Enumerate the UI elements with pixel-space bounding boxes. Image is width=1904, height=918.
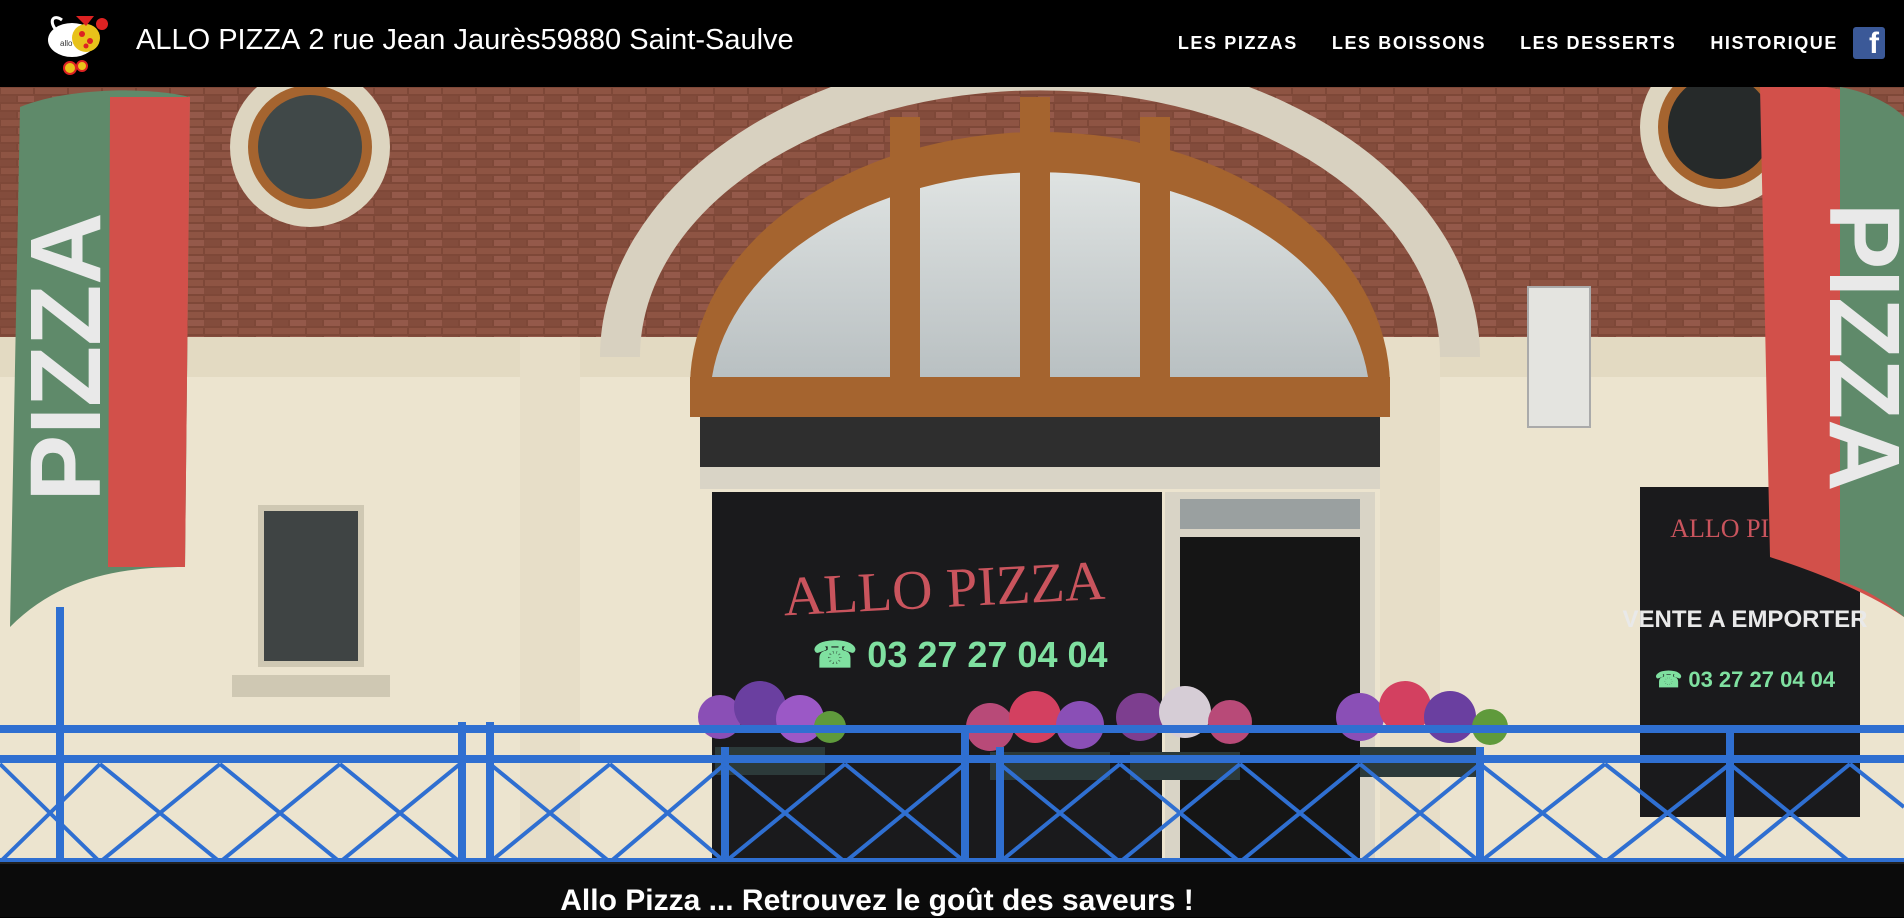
left-banner-text: PIZZA: [10, 213, 122, 502]
facebook-icon[interactable]: f: [1853, 27, 1885, 60]
hero-storefront-image: ALLO PIZZA ☎ 03 27 27 04 04 ALLO PIZZA V…: [0, 87, 1904, 864]
side-window-phone: ☎ 03 27 27 04 04: [1655, 667, 1836, 692]
facebook-glyph: f: [1869, 27, 1879, 60]
brand-name[interactable]: ALLO PIZZA: [136, 24, 300, 56]
main-nav: LES PIZZAS LES BOISSONS LES DESSERTS HIS…: [1178, 0, 1838, 87]
brand-title: ALLO PIZZA 2 rue Jean Jaurès59880 Saint-S…: [136, 24, 794, 57]
storefront-phone-text: ☎ 03 27 27 04 04: [812, 634, 1107, 675]
right-banner-text: PIZZA: [1808, 203, 1904, 492]
nav-item-desserts[interactable]: LES DESSERTS: [1520, 33, 1676, 54]
svg-text:allo: allo: [60, 39, 73, 48]
nav-item-pizzas[interactable]: LES PIZZAS: [1178, 33, 1298, 54]
side-window-sign-mid: VENTE A EMPORTER: [1623, 606, 1868, 633]
tagline-bar: Allo Pizza ... Retrouvez le goût des sav…: [0, 864, 1904, 917]
pizza-mascot-logo-icon[interactable]: allo: [46, 10, 114, 76]
tagline-text: Allo Pizza ... Retrouvez le goût des sav…: [560, 884, 1194, 917]
nav-item-boissons[interactable]: LES BOISSONS: [1332, 33, 1486, 54]
brand-address: 2 rue Jean Jaurès59880 Saint-Saulve: [308, 24, 794, 56]
nav-item-historique[interactable]: HISTORIQUE: [1710, 33, 1838, 54]
top-navbar: allo ALLO PIZZA 2 rue Jean Jaurès59880 Sa…: [0, 0, 1904, 87]
